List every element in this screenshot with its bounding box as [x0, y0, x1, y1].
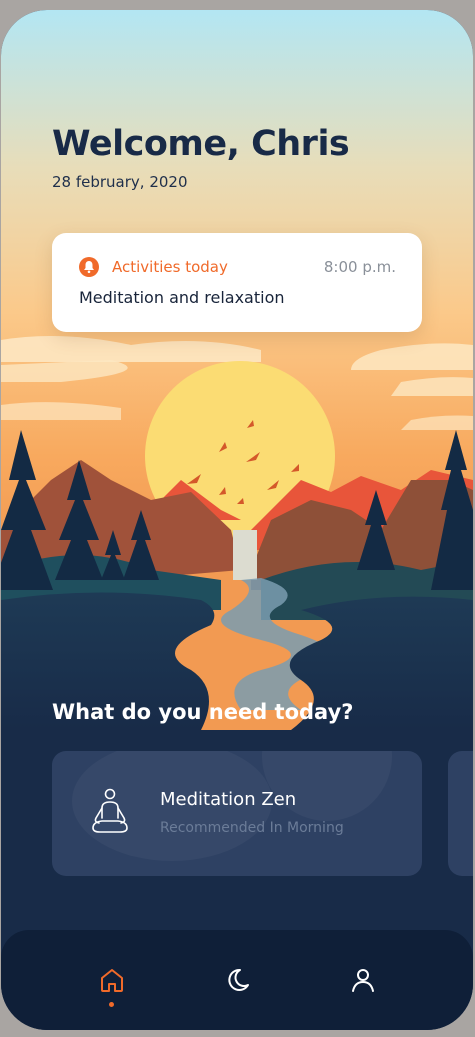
activity-description: Meditation and relaxation	[79, 288, 285, 307]
recommendation-card[interactable]: Meditation Zen Recommended In Morning	[52, 751, 422, 876]
date-label: 28 february, 2020	[52, 173, 188, 191]
home-icon	[101, 969, 123, 992]
activity-label: Activities today	[112, 258, 228, 276]
app-screen: Welcome, Chris 28 february, 2020 Activit…	[1, 10, 473, 1030]
tab-home[interactable]	[90, 958, 134, 1007]
recommendation-title: Meditation Zen	[160, 789, 297, 810]
card-decoration	[262, 751, 392, 821]
meditation-icon	[92, 788, 128, 833]
section-title: What do you need today?	[52, 700, 354, 724]
activity-card[interactable]: Activities today 8:00 p.m. Meditation an…	[52, 233, 422, 332]
active-tab-indicator	[109, 1002, 114, 1007]
bottom-tab-bar	[1, 930, 473, 1030]
bell-icon	[79, 257, 99, 277]
activity-time: 8:00 p.m.	[323, 258, 396, 276]
page-title: Welcome, Chris	[52, 124, 350, 164]
tab-sleep[interactable]	[215, 958, 259, 1002]
sunset-landscape-illustration	[1, 10, 473, 730]
recommendation-card-next[interactable]	[448, 751, 473, 876]
moon-icon	[228, 968, 249, 991]
recommendation-subtitle: Recommended In Morning	[160, 820, 344, 836]
profile-icon	[352, 969, 374, 992]
tab-profile[interactable]	[341, 958, 385, 1002]
